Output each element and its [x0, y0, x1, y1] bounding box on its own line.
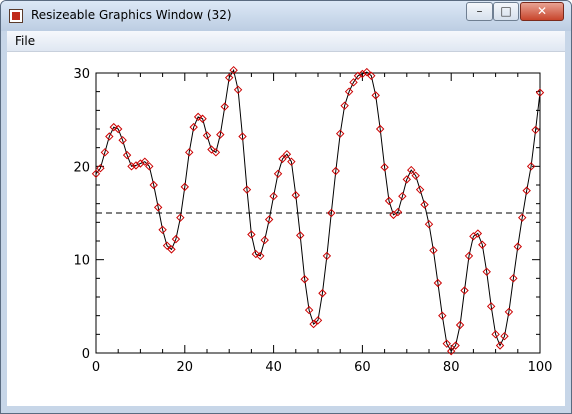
- menu-bar: File: [7, 31, 565, 52]
- minimize-button[interactable]: –: [466, 2, 493, 21]
- plot-canvas: 0 20 40 60 80 100 0 10 20 30: [7, 52, 565, 406]
- x-tick-label: 20: [177, 360, 194, 375]
- window-title: Resizeable Graphics Window (32): [31, 8, 232, 22]
- app-icon: [9, 9, 23, 23]
- menu-file[interactable]: File: [15, 34, 35, 48]
- x-tick-label: 40: [265, 360, 282, 375]
- series-line: [95, 68, 541, 352]
- title-bar[interactable]: Resizeable Graphics Window (32) – □ ✕: [1, 1, 571, 31]
- graphics-window: Resizeable Graphics Window (32) – □ ✕ Fi…: [0, 0, 572, 414]
- y-tick-label: 10: [73, 254, 90, 269]
- maximize-button[interactable]: □: [493, 2, 519, 21]
- x-tick-label: 60: [354, 360, 371, 375]
- x-tick-label: 100: [528, 360, 553, 375]
- x-tick-label: 80: [443, 360, 460, 375]
- y-tick-label: 20: [73, 160, 90, 175]
- y-tick-label: 0: [82, 347, 90, 362]
- y-tick-label: 30: [73, 67, 90, 82]
- x-tick-label: 0: [92, 360, 100, 375]
- line-plot: 0 20 40 60 80 100 0 10 20 30: [73, 65, 553, 375]
- close-button[interactable]: ✕: [520, 2, 564, 21]
